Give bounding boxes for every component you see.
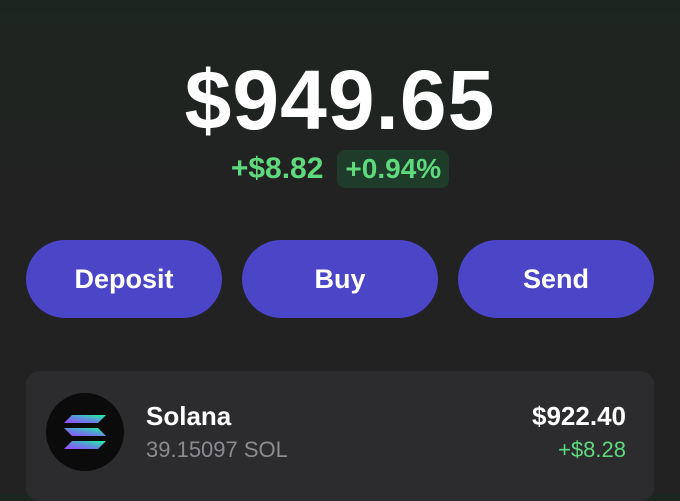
deposit-button[interactable]: Deposit [26,240,222,318]
portfolio-summary: $949.65 +$8.82 +0.94% [0,52,680,188]
buy-button[interactable]: Buy [242,240,438,318]
total-balance: $949.65 [184,53,496,147]
change-percent-badge: +0.94% [337,150,450,188]
token-name: Solana [146,401,232,431]
solana-logo-icon [46,393,124,471]
token-row-solana[interactable]: Solana 39.15097 SOL $922.40 +$8.28 [26,371,654,501]
change-amount: +$8.82 [230,152,324,185]
send-button[interactable]: Send [458,240,654,318]
token-value: $922.40 [532,401,626,431]
balance-change-row: +$8.82 +0.94% [0,150,680,188]
token-quantity: 39.15097 SOL [146,437,288,462]
action-buttons: Deposit Buy Send [26,240,654,318]
token-change: +$8.28 [558,437,626,462]
solana-logo-glyph [64,415,106,449]
